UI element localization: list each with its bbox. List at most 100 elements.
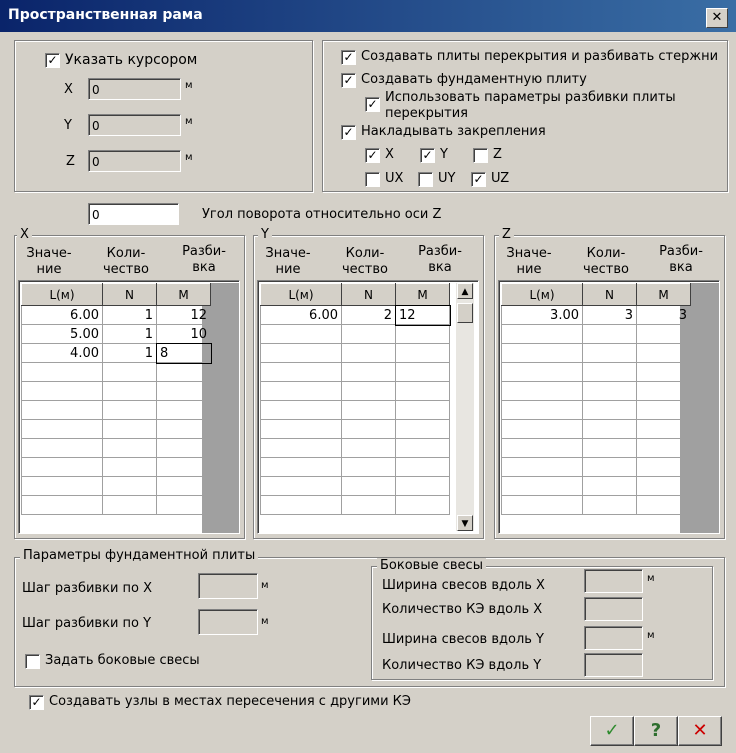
table-row[interactable]	[501, 476, 691, 496]
table-cell[interactable]	[156, 400, 211, 420]
table-cell[interactable]	[260, 438, 342, 458]
table-row[interactable]: 6.00 2 12	[260, 304, 451, 326]
table-cell[interactable]	[102, 495, 157, 515]
table-row[interactable]	[260, 419, 450, 439]
grid-z-cells[interactable]: L(м) N M 3.00 3 3	[501, 283, 691, 515]
table-cell[interactable]	[21, 362, 103, 382]
table-cell[interactable]	[21, 476, 103, 496]
table-cell[interactable]: 4.00	[21, 343, 103, 363]
side-overhang-checkbox[interactable]	[25, 654, 40, 669]
count-x-field[interactable]	[584, 597, 643, 621]
table-row[interactable]	[260, 400, 450, 420]
table-cell[interactable]	[501, 476, 583, 496]
table-cell[interactable]	[341, 381, 396, 401]
table-cell[interactable]	[260, 476, 342, 496]
table-row[interactable]	[260, 381, 450, 401]
table-cell[interactable]	[582, 476, 637, 496]
table-row[interactable]	[260, 324, 450, 344]
dof-ux-checkbox[interactable]	[365, 172, 380, 187]
width-x-field[interactable]	[584, 569, 643, 593]
table-cell[interactable]	[260, 495, 342, 515]
scroll-down-button[interactable]: ▼	[457, 515, 473, 531]
table-row[interactable]	[501, 400, 691, 420]
table-cell[interactable]	[260, 381, 342, 401]
table-row[interactable]: 3.00 3 3	[501, 305, 691, 325]
table-cell[interactable]: 1	[102, 305, 157, 325]
grid-y-table[interactable]: L(м) N M 6.00 2 12 ▲ ▼	[257, 280, 479, 534]
table-row[interactable]	[260, 343, 450, 363]
table-row[interactable]	[21, 419, 211, 439]
table-cell[interactable]	[21, 419, 103, 439]
table-cell[interactable]	[395, 476, 450, 496]
table-cell[interactable]	[156, 457, 211, 477]
table-cell[interactable]: 1	[102, 324, 157, 344]
table-cell[interactable]: 12	[394, 304, 451, 326]
dof-y-checkbox[interactable]: ✓	[420, 148, 435, 163]
table-row[interactable]	[260, 457, 450, 477]
create-nodes-checkbox[interactable]: ✓	[29, 695, 44, 710]
column-header[interactable]: L(м)	[501, 283, 583, 306]
table-cell[interactable]	[156, 495, 211, 515]
table-cell[interactable]	[341, 400, 396, 420]
table-cell[interactable]	[636, 495, 691, 515]
column-header[interactable]: L(м)	[21, 283, 103, 306]
table-cell[interactable]	[395, 457, 450, 477]
table-row[interactable]	[21, 457, 211, 477]
table-cell[interactable]	[341, 457, 396, 477]
table-cell[interactable]	[21, 400, 103, 420]
table-row[interactable]	[501, 381, 691, 401]
table-cell[interactable]	[501, 362, 583, 382]
z-coordinate-field[interactable]: 0	[88, 150, 181, 172]
table-row[interactable]	[21, 438, 211, 458]
table-cell[interactable]	[102, 362, 157, 382]
column-header[interactable]: M	[636, 283, 691, 306]
scroll-up-button[interactable]: ▲	[457, 283, 473, 299]
column-header[interactable]: M	[156, 283, 211, 306]
table-cell[interactable]	[582, 362, 637, 382]
table-cell[interactable]	[341, 438, 396, 458]
table-cell[interactable]	[395, 343, 450, 363]
table-cell[interactable]	[260, 324, 342, 344]
table-cell[interactable]	[21, 438, 103, 458]
table-row[interactable]	[21, 495, 211, 515]
table-cell[interactable]	[395, 419, 450, 439]
create-slabs-checkbox[interactable]: ✓	[341, 50, 356, 65]
scroll-thumb[interactable]	[457, 303, 473, 323]
table-cell[interactable]	[501, 343, 583, 363]
table-cell[interactable]	[501, 400, 583, 420]
table-row[interactable]	[501, 457, 691, 477]
table-cell[interactable]: 5.00	[21, 324, 103, 344]
table-cell[interactable]	[395, 400, 450, 420]
table-cell[interactable]: 10	[156, 324, 211, 344]
table-row[interactable]	[501, 343, 691, 363]
count-y-field[interactable]	[584, 653, 643, 677]
table-row[interactable]	[260, 362, 450, 382]
table-cell[interactable]	[260, 400, 342, 420]
create-foundation-checkbox[interactable]: ✓	[341, 73, 356, 88]
table-cell[interactable]	[636, 476, 691, 496]
table-cell[interactable]	[260, 362, 342, 382]
table-cell[interactable]: 2	[341, 305, 396, 325]
table-cell[interactable]	[582, 495, 637, 515]
table-cell[interactable]	[395, 362, 450, 382]
table-row[interactable]: 5.00 1 10	[21, 324, 211, 344]
y-coordinate-field[interactable]: 0	[88, 114, 181, 136]
cursor-checkbox[interactable]: ✓	[45, 53, 60, 68]
ok-button[interactable]: ✓	[590, 716, 634, 746]
column-header[interactable]: L(м)	[260, 283, 342, 306]
table-row[interactable]	[260, 495, 450, 515]
table-cell[interactable]	[501, 457, 583, 477]
table-cell[interactable]	[636, 362, 691, 382]
table-cell[interactable]	[341, 324, 396, 344]
table-cell[interactable]	[501, 324, 583, 344]
dof-x-checkbox[interactable]: ✓	[365, 148, 380, 163]
table-cell[interactable]	[341, 362, 396, 382]
table-cell[interactable]	[636, 457, 691, 477]
column-header[interactable]: N	[102, 283, 157, 306]
column-header[interactable]: N	[582, 283, 637, 306]
table-row[interactable]	[501, 324, 691, 344]
table-cell[interactable]	[636, 343, 691, 363]
table-cell[interactable]	[582, 381, 637, 401]
table-cell[interactable]	[156, 476, 211, 496]
table-cell[interactable]	[260, 419, 342, 439]
